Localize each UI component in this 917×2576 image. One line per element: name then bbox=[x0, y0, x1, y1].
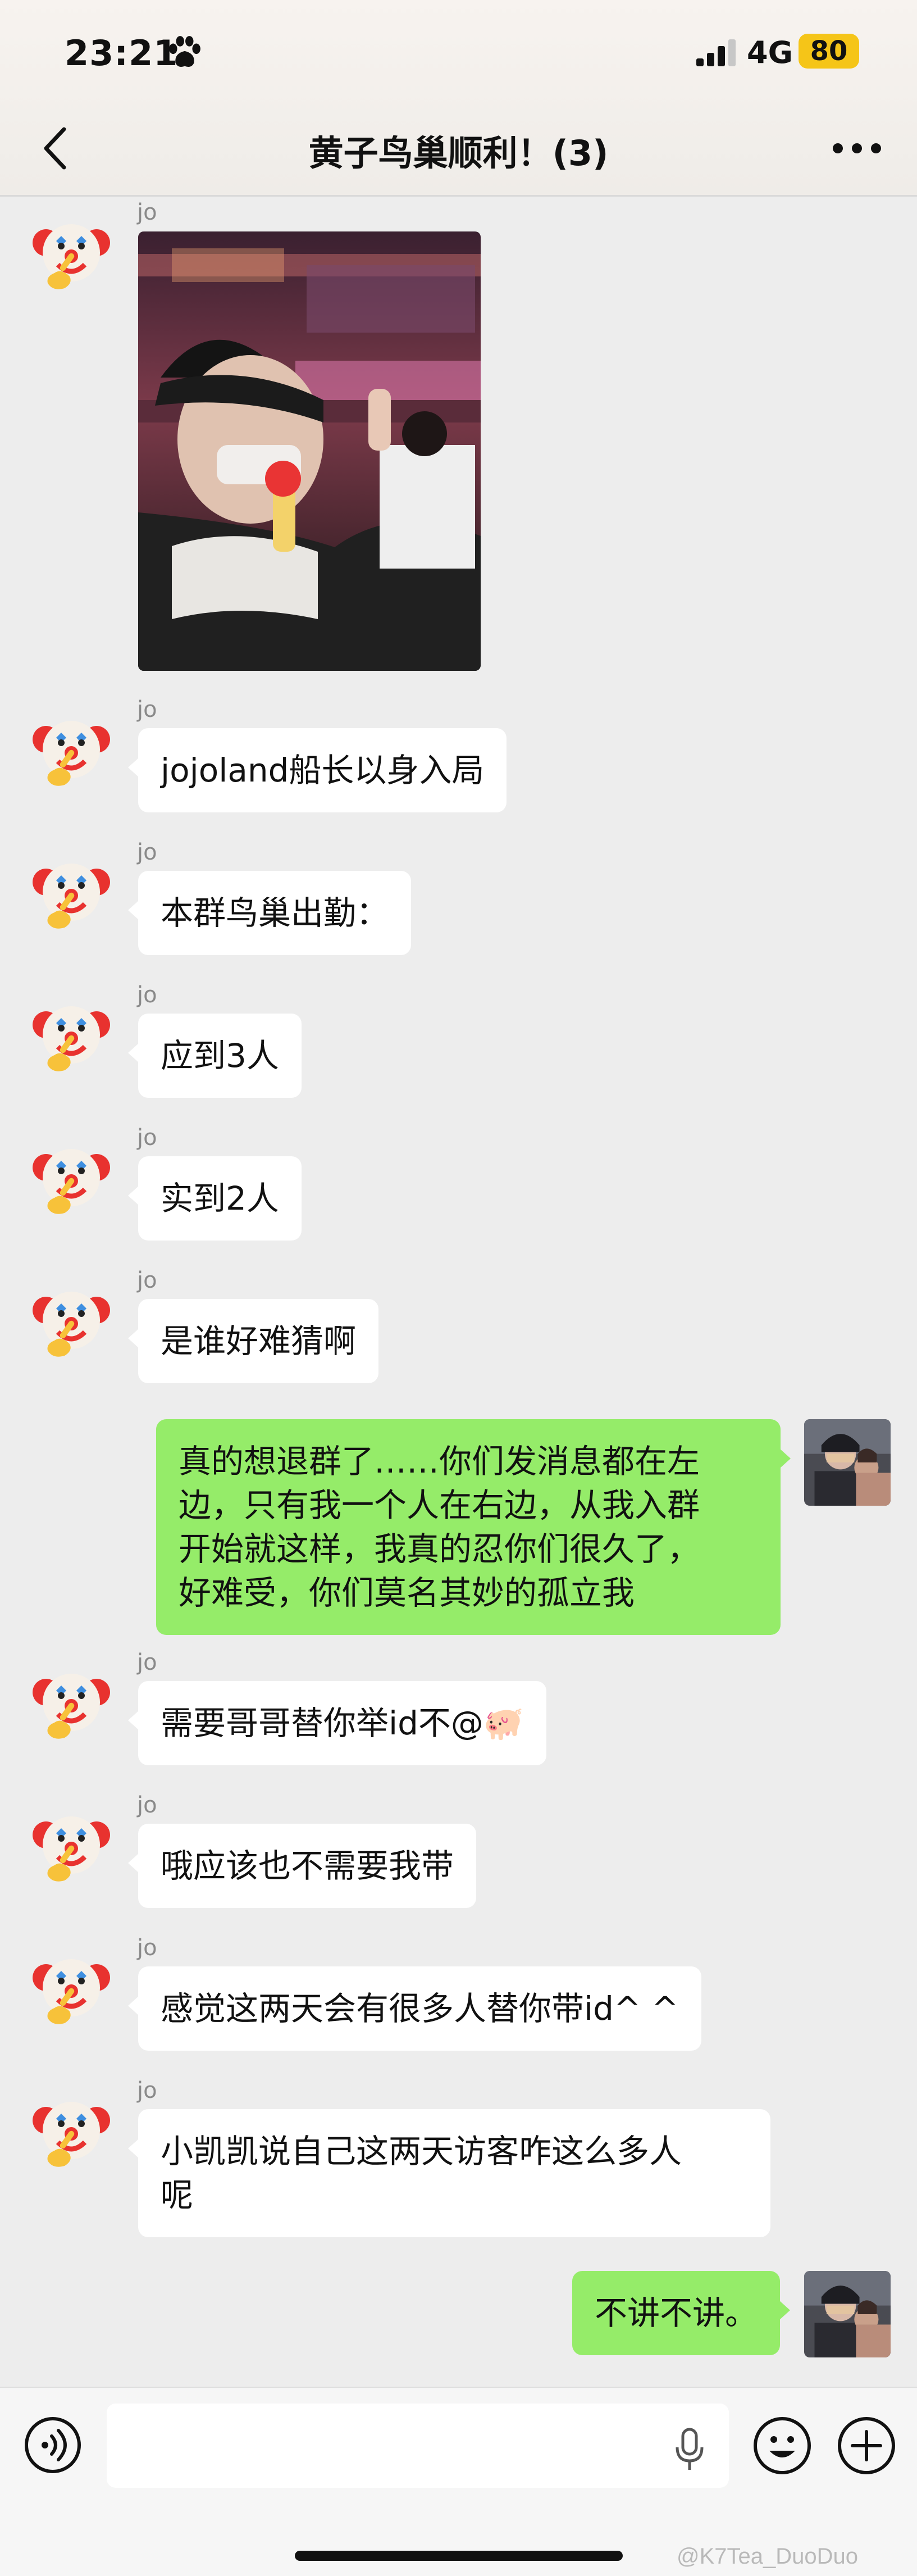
watermark: @K7Tea_DuoDuo bbox=[677, 2544, 859, 2569]
message-input[interactable] bbox=[107, 2404, 729, 2488]
home-indicator bbox=[295, 2551, 623, 2561]
clown-avatar-icon[interactable] bbox=[29, 709, 113, 793]
message-line: 好难受，你们莫名其妙的孤立我 bbox=[179, 1574, 635, 1612]
chat-title: 黄子鸟巢顺利！(3) bbox=[308, 133, 609, 174]
my-avatar-icon[interactable] bbox=[804, 2271, 891, 2357]
sender-name: jo bbox=[137, 1935, 157, 1961]
message-bubble-outgoing[interactable]: 不讲不讲。 bbox=[572, 2271, 791, 2355]
clown-avatar-icon[interactable] bbox=[29, 1280, 113, 1364]
message-bubble[interactable]: 实到2人 bbox=[128, 1156, 302, 1241]
clown-avatar-icon[interactable] bbox=[29, 2090, 113, 2174]
message-bubble[interactable]: 本群鸟巢出勤： bbox=[127, 871, 412, 955]
message-bubble-outgoing[interactable]: 真的想退群了……你们发消息都在左 边，只有我一个人在右边，从我入群 开始就这样，… bbox=[156, 1419, 791, 1635]
message-bubble[interactable]: 需要哥哥替你举id不@🐖 bbox=[127, 1681, 547, 1765]
sender-name: jo bbox=[137, 839, 157, 865]
plus-icon[interactable] bbox=[837, 2416, 896, 2475]
status-time: 23:21 bbox=[65, 33, 179, 74]
more-dots-icon[interactable] bbox=[830, 137, 884, 160]
sender-name: jo bbox=[137, 982, 157, 1008]
sender-name: jo bbox=[137, 199, 157, 225]
emoji-icon[interactable] bbox=[752, 2416, 812, 2475]
sender-name: jo bbox=[137, 697, 157, 723]
message-bubble[interactable]: 感觉这两天会有很多人替你带id^ ^ bbox=[128, 1966, 701, 2051]
sender-name: jo bbox=[137, 1267, 157, 1293]
message-bubble[interactable]: jojoland船长以身入局 bbox=[127, 728, 507, 812]
my-avatar-icon[interactable] bbox=[804, 1419, 891, 1506]
clown-avatar-icon[interactable] bbox=[29, 994, 113, 1079]
clown-avatar-icon[interactable] bbox=[29, 1662, 113, 1746]
battery-badge: 80 bbox=[799, 34, 859, 69]
clown-avatar-icon[interactable] bbox=[29, 852, 113, 936]
signal-bars-icon bbox=[696, 39, 736, 66]
photo-message[interactable] bbox=[138, 231, 481, 671]
message-line: 小凯凯说自己这两天访客咋这么多人 bbox=[161, 2132, 682, 2170]
voice-icon[interactable] bbox=[24, 2416, 82, 2474]
clown-avatar-icon[interactable] bbox=[29, 1805, 113, 1889]
message-bubble[interactable]: 是谁好难猜啊 bbox=[127, 1299, 379, 1383]
message-line: 开始就这样，我真的忍你们很久了， bbox=[179, 1530, 700, 1568]
paw-icon bbox=[169, 36, 200, 67]
message-line: 边，只有我一个人在右边，从我入群 bbox=[179, 1486, 700, 1524]
message-bubble[interactable]: 哦应该也不需要我带 bbox=[127, 1824, 477, 1908]
sender-name: jo bbox=[137, 1650, 157, 1675]
top-bar: 23:21 4G 80 黄子鸟巢顺利！(3) bbox=[0, 0, 917, 197]
photo-image bbox=[138, 231, 481, 671]
clown-avatar-icon[interactable] bbox=[29, 1947, 113, 2032]
message-bubble[interactable]: 应到3人 bbox=[128, 1014, 302, 1098]
clown-avatar-icon[interactable] bbox=[29, 212, 113, 297]
message-line: 真的想退群了……你们发消息都在左 bbox=[179, 1442, 700, 1480]
network-label: 4G bbox=[747, 35, 793, 70]
message-line: 呢 bbox=[161, 2176, 194, 2214]
sender-name: jo bbox=[137, 1125, 157, 1151]
sender-name: jo bbox=[137, 2078, 157, 2103]
mic-icon[interactable] bbox=[672, 2427, 708, 2472]
message-bubble[interactable]: 小凯凯说自己这两天访客咋这么多人 呢 bbox=[128, 2109, 770, 2237]
clown-avatar-icon[interactable] bbox=[29, 1137, 113, 1221]
sender-name: jo bbox=[137, 1792, 157, 1818]
